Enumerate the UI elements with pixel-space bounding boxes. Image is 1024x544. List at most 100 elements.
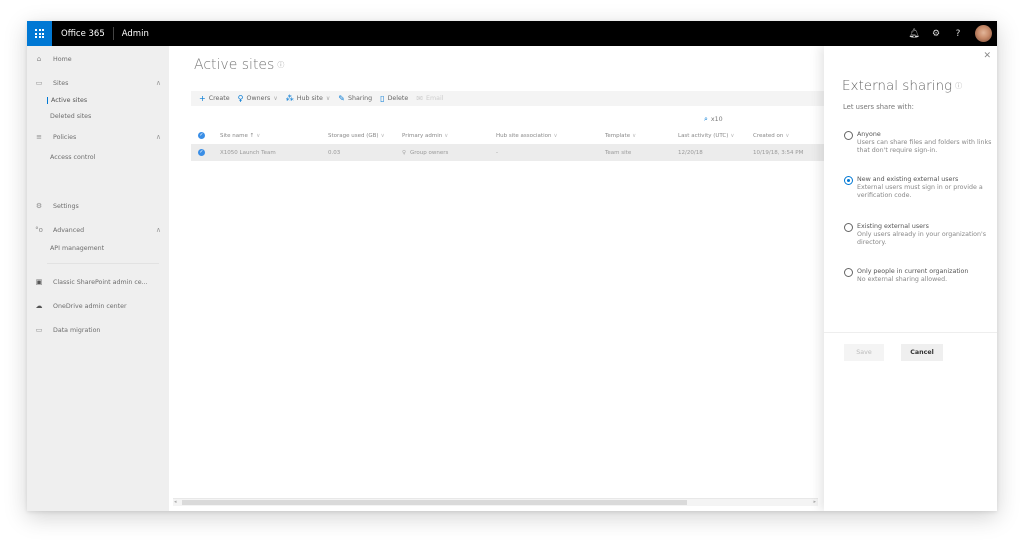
sidebar-item-deleted-sites[interactable]: Deleted sites [50,113,91,120]
sidebar-item-label: Home [53,55,72,63]
home-icon: ⌂ [36,55,42,63]
horizontal-scrollbar[interactable]: ◂ ▸ [173,498,818,506]
radio-option-anyone[interactable]: Anyone Users can share files and folders… [844,131,994,161]
gear-icon[interactable]: ⚙ [925,29,947,39]
hub-site-button[interactable]: ⁂ Hub site ∨ [286,94,331,103]
cancel-button[interactable]: Cancel [901,344,943,361]
column-header-template[interactable]: Template ∨ [605,133,636,139]
info-icon[interactable]: ⓘ [277,61,284,69]
chevron-down-icon: ∨ [380,132,385,139]
cell-storage: 0.03 [328,149,341,156]
column-label: Last activity (UTC) [678,132,729,139]
radio-button[interactable] [844,176,853,185]
chevron-up-icon[interactable]: ∧ [156,226,161,234]
sidebar-item-advanced[interactable]: °o Advanced ∧ [27,222,169,238]
app-launcher-button[interactable] [27,21,52,46]
sidebar-item-home[interactable]: ⌂ Home [27,51,169,67]
column-header-hub-site[interactable]: Hub site association ∨ [496,133,558,139]
settings-icon: ⚙ [35,202,43,210]
radio-label: Anyone [857,131,881,138]
panel-subtitle: Let users share with: [843,103,914,111]
table-row[interactable]: ✓ X1050 Launch Team 0.03 ♀ Group owners -… [191,144,831,161]
sidebar-item-sites[interactable]: ▭ Sites ∧ [27,75,169,91]
radio-label: Only people in current organization [857,268,969,275]
column-header-site-name[interactable]: Site name ↑ ∨ [220,133,260,139]
owners-button[interactable]: ♀ Owners ∨ [238,94,278,103]
row-checkbox[interactable]: ✓ [198,149,205,156]
group-icon: ♀ [402,149,407,156]
column-header-last-activity[interactable]: Last activity (UTC) ∨ [678,133,734,139]
sites-icon: ▭ [35,79,43,87]
panel-title: External sharing ⓘ [842,78,962,94]
chevron-down-icon: ∨ [444,132,449,139]
sidebar-item-label: Policies [53,133,77,141]
sidebar-item-onedrive[interactable]: ☁ OneDrive admin center [27,298,169,314]
radio-label: Existing external users [857,223,929,230]
column-header-primary-admin[interactable]: Primary admin ∨ [402,133,448,139]
radio-option-new-and-existing[interactable]: New and existing external users External… [844,176,994,206]
sidebar-item-label: Settings [53,202,79,210]
radio-button[interactable] [844,131,853,140]
sidebar-item-settings[interactable]: ⚙ Settings [27,198,169,214]
radio-button[interactable] [844,268,853,277]
sidebar-item-label: Classic SharePoint admin ce... [53,278,148,286]
sidebar-item-policies[interactable]: ≡ Policies ∧ [27,129,169,145]
close-icon[interactable]: ✕ [983,51,991,61]
create-button[interactable]: + Create [199,94,230,103]
delete-button[interactable]: ▯ Delete [380,94,408,103]
cell-site-name[interactable]: X1050 Launch Team [220,150,276,156]
brand-divider [112,27,114,40]
avatar[interactable] [975,25,992,42]
page-title-text: Active sites [194,57,275,73]
page-title: Active sites ⓘ [194,57,284,73]
cell-last-activity: 12/20/18 [678,149,703,156]
column-header-storage[interactable]: Storage used (GB) ∨ [328,133,385,139]
save-button[interactable]: Save [844,344,884,361]
advanced-icon: °o [35,226,43,234]
sidebar-item-label: Advanced [53,226,85,234]
search-icon: ⌕ [704,114,708,123]
bell-icon[interactable]: 🔔︎ [903,29,925,39]
mail-icon: ✉ [416,94,423,103]
policies-icon: ≡ [36,133,42,141]
onedrive-icon: ☁ [35,302,43,310]
sidebar-item-active-sites[interactable]: Active sites [47,97,87,104]
radio-option-existing-external[interactable]: Existing external users Only users alrea… [844,223,994,253]
column-label: Site name ↑ [220,132,255,139]
radio-button[interactable] [844,223,853,232]
column-header-created-on[interactable]: Created on ∨ [753,133,789,139]
plus-icon: + [199,94,206,103]
info-icon[interactable]: ⓘ [955,82,962,90]
email-button[interactable]: ✉ Email [416,94,443,103]
scroll-right-icon[interactable]: ▸ [813,499,816,506]
create-label: Create [208,95,230,102]
column-label: Template [605,132,631,139]
sidebar-item-classic-sharepoint[interactable]: ▣ Classic SharePoint admin ce... [27,274,169,290]
trash-icon: ▯ [380,94,385,103]
sharing-button[interactable]: ✎ Sharing [338,94,372,103]
search-input[interactable]: ⌕ x10 [696,112,816,126]
cell-hub-site: - [496,149,498,156]
command-bar: + Create ♀ Owners ∨ ⁂ Hub site ∨ ✎ Sharing ▯ De… [191,91,831,106]
sidebar-item-data-migration[interactable]: ▭ Data migration [27,322,169,338]
chevron-up-icon[interactable]: ∧ [156,133,161,141]
radio-option-only-organization[interactable]: Only people in current organization No e… [844,268,994,290]
primary-admin-text: Group owners [410,149,449,156]
chevron-up-icon[interactable]: ∧ [156,79,161,87]
app-label[interactable]: Admin [122,29,149,39]
sharepoint-icon: ▣ [35,278,43,286]
radio-description: External users must sign in or provide a… [857,184,983,199]
scroll-left-icon[interactable]: ◂ [174,499,177,506]
brand-label[interactable]: Office 365 [61,29,105,39]
column-label: Storage used (GB) [328,132,379,139]
sidebar-item-api-management[interactable]: API management [50,245,104,252]
chevron-down-icon: ∨ [785,132,790,139]
select-all-checkbox[interactable]: ✓ [198,132,205,139]
sidebar-item-access-control[interactable]: Access control [50,154,95,161]
help-icon[interactable]: ? [947,29,969,39]
radio-description: Only users already in your organization'… [857,231,987,246]
cell-primary-admin: ♀ Group owners [402,150,448,156]
scrollbar-thumb[interactable] [182,500,687,505]
panel-title-text: External sharing [842,78,953,94]
column-label: Primary admin [402,132,443,139]
